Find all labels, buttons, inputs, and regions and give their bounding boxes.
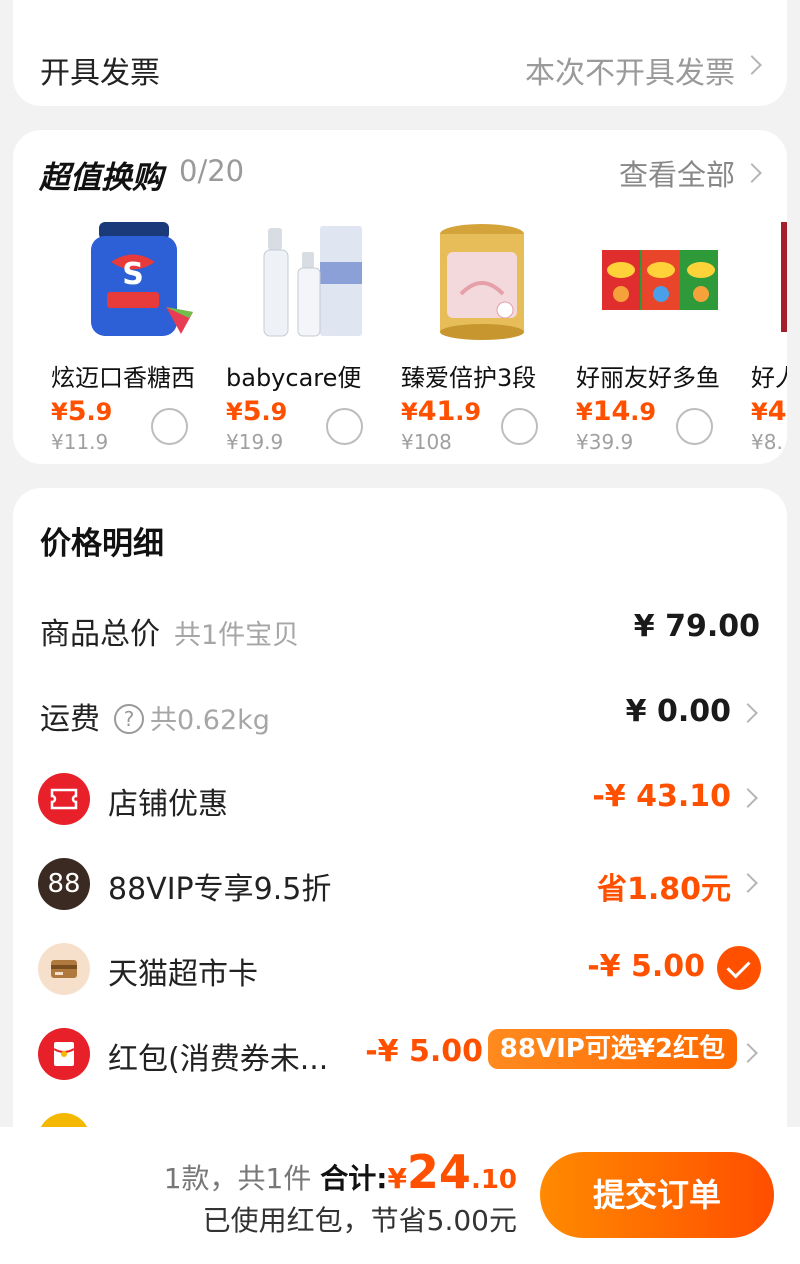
exchange-product[interactable]: 好人 ¥4. ¥8. bbox=[751, 218, 787, 454]
exchange-product[interactable]: 好丽友好多鱼 ¥14.9 ¥39.9 bbox=[576, 218, 746, 454]
exchange-product[interactable]: 臻爱倍护3段 ¥41.9 ¥108 bbox=[401, 218, 571, 454]
coupon-icon bbox=[38, 773, 90, 825]
gum-bottle-image: S bbox=[91, 222, 193, 336]
invoice-value[interactable]: 本次不开具发票 bbox=[525, 48, 735, 92]
product-name: 好丽友好多鱼 bbox=[576, 364, 720, 392]
checkout-bar: 1款，共1件 合计:¥24.10 已使用红包，节省5.00元 提交订单 bbox=[0, 1127, 800, 1264]
item-count: 1款，共1件 bbox=[163, 1162, 312, 1195]
vip-discount-row[interactable]: 88 88VIP专享9.5折 省1.80元 bbox=[13, 851, 787, 911]
submit-order-button[interactable]: 提交订单 bbox=[540, 1152, 774, 1238]
goods-total-label: 商品总价 bbox=[40, 617, 160, 652]
saved-text: 已使用红包，节省5.00元 bbox=[202, 1204, 517, 1237]
product-price: ¥5.9 bbox=[226, 396, 288, 427]
select-radio[interactable] bbox=[151, 408, 188, 445]
order-summary: 1款，共1件 合计:¥24.10 bbox=[164, 1145, 517, 1199]
shop-discount-label: 店铺优惠 bbox=[108, 787, 228, 822]
exchange-product[interactable]: babycare便 ¥5.9 ¥19.9 bbox=[226, 218, 396, 454]
vip-88-icon: 88 bbox=[38, 858, 90, 910]
exchange-product[interactable]: S 炫迈口香糖西 ¥5.9 ¥11.9 bbox=[51, 218, 221, 454]
chevron-right-icon bbox=[738, 873, 758, 893]
product-image bbox=[781, 222, 787, 332]
tmall-card-value: -¥ 5.00 bbox=[587, 949, 705, 984]
spray-bottle-image bbox=[263, 226, 362, 337]
exchange-count: 0/20 bbox=[179, 154, 245, 188]
chevron-right-icon bbox=[738, 1043, 758, 1063]
chevron-right-icon bbox=[738, 703, 758, 723]
milk-powder-can-image bbox=[440, 224, 524, 340]
view-all-link[interactable]: 查看全部 bbox=[619, 152, 735, 194]
shipping-label: 运费 bbox=[40, 702, 100, 737]
red-packet-icon bbox=[38, 1028, 90, 1080]
exchange-title: 超值换购 bbox=[39, 160, 163, 196]
shipping-value: ¥ 0.00 bbox=[625, 694, 731, 729]
product-name: 炫迈口香糖西 bbox=[51, 364, 195, 392]
vip-red-packet-badge[interactable]: 88VIP可选¥2红包 bbox=[487, 1029, 737, 1069]
total-label: 合计: bbox=[320, 1162, 388, 1195]
checkmark-icon[interactable] bbox=[717, 946, 761, 990]
invoice-card[interactable]: 开具发票 本次不开具发票 bbox=[13, 0, 787, 106]
product-name: 好人 bbox=[751, 364, 787, 392]
product-price: ¥5.9 bbox=[51, 396, 113, 427]
invoice-label: 开具发票 bbox=[40, 56, 160, 91]
product-price: ¥4. bbox=[751, 396, 787, 427]
red-packet-label: 红包(消费券未... bbox=[108, 1042, 329, 1077]
snack-boxes-image bbox=[602, 250, 718, 310]
product-original-price: ¥11.9 bbox=[51, 430, 109, 454]
product-price: ¥14.9 bbox=[576, 396, 657, 427]
total-price: ¥24.10 bbox=[387, 1145, 517, 1199]
shipping-row[interactable]: 运费? 共0.62kg ¥ 0.00 bbox=[13, 681, 787, 741]
chevron-right-icon bbox=[742, 163, 762, 183]
product-original-price: ¥19.9 bbox=[226, 430, 284, 454]
select-radio[interactable] bbox=[326, 408, 363, 445]
goods-count: 共1件宝贝 bbox=[174, 620, 300, 651]
shop-discount-row[interactable]: 店铺优惠 -¥ 43.10 bbox=[13, 766, 787, 826]
product-original-price: ¥39.9 bbox=[576, 430, 634, 454]
question-icon[interactable]: ? bbox=[114, 704, 144, 734]
red-packet-value: -¥ 5.00 bbox=[365, 1034, 483, 1069]
shipping-weight: 共0.62kg bbox=[150, 705, 270, 736]
price-detail-title: 价格明细 bbox=[40, 526, 164, 562]
tmall-card-label: 天猫超市卡 bbox=[108, 957, 258, 992]
tmall-card-row[interactable]: 天猫超市卡 -¥ 5.00 bbox=[13, 936, 787, 996]
card-icon bbox=[38, 943, 90, 995]
shop-discount-value: -¥ 43.10 bbox=[592, 779, 731, 814]
chevron-right-icon bbox=[742, 55, 762, 75]
select-radio[interactable] bbox=[501, 408, 538, 445]
vip-discount-label: 88VIP专享9.5折 bbox=[108, 872, 332, 907]
vip-discount-value: 省1.80元 bbox=[596, 872, 731, 907]
product-original-price: ¥8. bbox=[751, 430, 783, 454]
product-original-price: ¥108 bbox=[401, 430, 452, 454]
goods-total-value: ¥ 79.00 bbox=[633, 609, 760, 644]
product-name: 臻爱倍护3段 bbox=[401, 364, 537, 392]
svg-text:S: S bbox=[122, 257, 144, 292]
red-packet-row[interactable]: 红包(消费券未... -¥ 5.00 88VIP可选¥2红包 bbox=[13, 1021, 787, 1081]
product-name: babycare便 bbox=[226, 364, 362, 392]
exchange-card: 超值换购 0/20 查看全部 S 炫迈口香糖西 ¥5.9 ¥11.9 babyc… bbox=[13, 130, 787, 464]
chevron-right-icon bbox=[738, 788, 758, 808]
product-price: ¥41.9 bbox=[401, 396, 482, 427]
select-radio[interactable] bbox=[676, 408, 713, 445]
goods-total-row: 商品总价 共1件宝贝 ¥ 79.00 bbox=[13, 596, 787, 656]
